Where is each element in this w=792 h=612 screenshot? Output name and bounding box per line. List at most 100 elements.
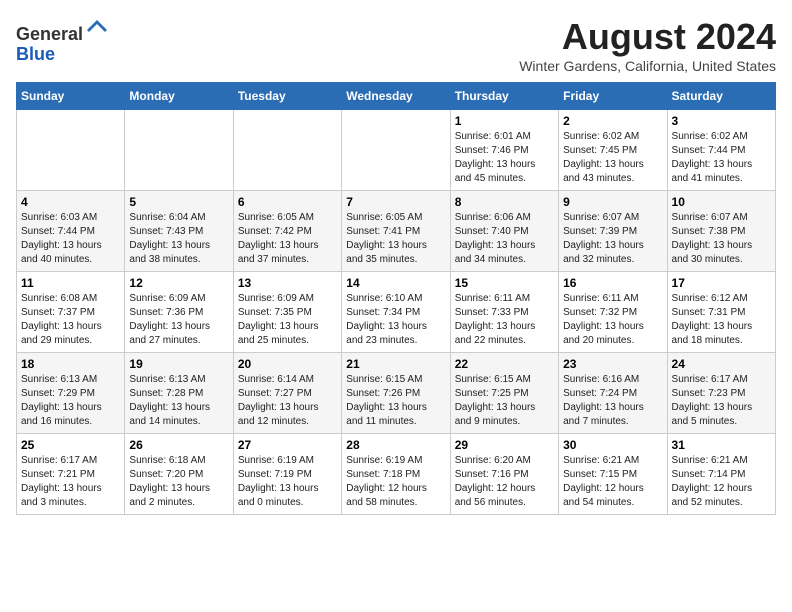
logo: General Blue <box>16 16 109 65</box>
column-header-wednesday: Wednesday <box>342 83 450 110</box>
calendar-cell: 7 Sunrise: 6:05 AM Sunset: 7:41 PM Daylig… <box>342 191 450 272</box>
day-info: Sunrise: 6:21 AM Sunset: 7:15 PM Dayligh… <box>563 454 662 510</box>
calendar-cell: 19 Sunrise: 6:13 AM Sunset: 7:28 PM Dayli… <box>125 353 233 434</box>
calendar-cell: 21 Sunrise: 6:15 AM Sunset: 7:26 PM Dayli… <box>342 353 450 434</box>
day-number: 24 <box>672 357 771 371</box>
day-info: Sunrise: 6:06 AM Sunset: 7:40 PM Dayligh… <box>455 211 554 267</box>
day-number: 30 <box>563 438 662 452</box>
day-number: 2 <box>563 114 662 128</box>
day-info: Sunrise: 6:18 AM Sunset: 7:20 PM Dayligh… <box>129 454 228 510</box>
day-info: Sunrise: 6:17 AM Sunset: 7:23 PM Dayligh… <box>672 373 771 429</box>
day-info: Sunrise: 6:07 AM Sunset: 7:38 PM Dayligh… <box>672 211 771 267</box>
calendar-cell: 12Sunrise: 6:09 AM Sunset: 7:36 PM Dayli… <box>125 272 233 353</box>
day-number: 4 <box>21 195 120 209</box>
day-info: Sunrise: 6:15 AM Sunset: 7:25 PM Dayligh… <box>455 373 554 429</box>
calendar-cell: 16 Sunrise: 6:11 AM Sunset: 7:32 PM Dayli… <box>559 272 667 353</box>
calendar-cell: 10Sunrise: 6:07 AM Sunset: 7:38 PM Dayli… <box>667 191 775 272</box>
day-info: Sunrise: 6:11 AM Sunset: 7:32 PM Dayligh… <box>563 292 662 348</box>
calendar-cell: 24 Sunrise: 6:17 AM Sunset: 7:23 PM Dayli… <box>667 353 775 434</box>
calendar-week-row: 25 Sunrise: 6:17 AM Sunset: 7:21 PM Dayli… <box>17 434 776 515</box>
day-number: 27 <box>238 438 337 452</box>
day-number: 7 <box>346 195 445 209</box>
day-number: 11 <box>21 276 120 290</box>
day-number: 9 <box>563 195 662 209</box>
day-number: 31 <box>672 438 771 452</box>
day-info: Sunrise: 6:14 AM Sunset: 7:27 PM Dayligh… <box>238 373 337 429</box>
day-info: Sunrise: 6:17 AM Sunset: 7:21 PM Dayligh… <box>21 454 120 510</box>
column-header-tuesday: Tuesday <box>233 83 341 110</box>
day-number: 14 <box>346 276 445 290</box>
day-info: Sunrise: 6:03 AM Sunset: 7:44 PM Dayligh… <box>21 211 120 267</box>
calendar-cell: 27Sunrise: 6:19 AM Sunset: 7:19 PM Dayli… <box>233 434 341 515</box>
day-info: Sunrise: 6:08 AM Sunset: 7:37 PM Dayligh… <box>21 292 120 348</box>
day-number: 19 <box>129 357 228 371</box>
calendar-cell: 13 Sunrise: 6:09 AM Sunset: 7:35 PM Dayli… <box>233 272 341 353</box>
calendar-cell: 31 Sunrise: 6:21 AM Sunset: 7:14 PM Dayli… <box>667 434 775 515</box>
calendar-cell: 9 Sunrise: 6:07 AM Sunset: 7:39 PM Daylig… <box>559 191 667 272</box>
calendar-cell: 5Sunrise: 6:04 AM Sunset: 7:43 PM Daylig… <box>125 191 233 272</box>
calendar-cell: 17Sunrise: 6:12 AM Sunset: 7:31 PM Dayli… <box>667 272 775 353</box>
day-number: 12 <box>129 276 228 290</box>
day-info: Sunrise: 6:10 AM Sunset: 7:34 PM Dayligh… <box>346 292 445 348</box>
calendar-cell: 28Sunrise: 6:19 AM Sunset: 7:18 PM Dayli… <box>342 434 450 515</box>
day-info: Sunrise: 6:12 AM Sunset: 7:31 PM Dayligh… <box>672 292 771 348</box>
day-number: 22 <box>455 357 554 371</box>
calendar-cell <box>233 110 341 191</box>
day-number: 20 <box>238 357 337 371</box>
calendar-cell <box>17 110 125 191</box>
calendar-cell: 29Sunrise: 6:20 AM Sunset: 7:16 PM Dayli… <box>450 434 558 515</box>
calendar-cell: 23 Sunrise: 6:16 AM Sunset: 7:24 PM Dayli… <box>559 353 667 434</box>
page-header: General Blue August 2024 Winter Gardens,… <box>16 16 776 74</box>
column-header-friday: Friday <box>559 83 667 110</box>
day-info: Sunrise: 6:21 AM Sunset: 7:14 PM Dayligh… <box>672 454 771 510</box>
day-number: 6 <box>238 195 337 209</box>
day-number: 23 <box>563 357 662 371</box>
day-number: 16 <box>563 276 662 290</box>
calendar-cell: 15Sunrise: 6:11 AM Sunset: 7:33 PM Dayli… <box>450 272 558 353</box>
title-block: August 2024 Winter Gardens, California, … <box>519 16 776 74</box>
day-info: Sunrise: 6:04 AM Sunset: 7:43 PM Dayligh… <box>129 211 228 267</box>
calendar-cell: 3 Sunrise: 6:02 AM Sunset: 7:44 PM Daylig… <box>667 110 775 191</box>
day-info: Sunrise: 6:16 AM Sunset: 7:24 PM Dayligh… <box>563 373 662 429</box>
calendar-cell: 18Sunrise: 6:13 AM Sunset: 7:29 PM Dayli… <box>17 353 125 434</box>
day-number: 8 <box>455 195 554 209</box>
calendar-cell: 1Sunrise: 6:01 AM Sunset: 7:46 PM Daylig… <box>450 110 558 191</box>
subtitle: Winter Gardens, California, United State… <box>519 58 776 74</box>
day-number: 15 <box>455 276 554 290</box>
day-number: 1 <box>455 114 554 128</box>
day-info: Sunrise: 6:09 AM Sunset: 7:35 PM Dayligh… <box>238 292 337 348</box>
calendar-cell: 30 Sunrise: 6:21 AM Sunset: 7:15 PM Dayli… <box>559 434 667 515</box>
day-number: 3 <box>672 114 771 128</box>
calendar-week-row: 1Sunrise: 6:01 AM Sunset: 7:46 PM Daylig… <box>17 110 776 191</box>
calendar-cell: 22 Sunrise: 6:15 AM Sunset: 7:25 PM Dayli… <box>450 353 558 434</box>
day-number: 25 <box>21 438 120 452</box>
calendar-week-row: 4 Sunrise: 6:03 AM Sunset: 7:44 PM Daylig… <box>17 191 776 272</box>
main-title: August 2024 <box>519 16 776 58</box>
calendar-week-row: 18Sunrise: 6:13 AM Sunset: 7:29 PM Dayli… <box>17 353 776 434</box>
day-number: 26 <box>129 438 228 452</box>
calendar-table: SundayMondayTuesdayWednesdayThursdayFrid… <box>16 82 776 515</box>
logo-general: General <box>16 24 83 44</box>
day-number: 21 <box>346 357 445 371</box>
calendar-cell: 6Sunrise: 6:05 AM Sunset: 7:42 PM Daylig… <box>233 191 341 272</box>
day-info: Sunrise: 6:05 AM Sunset: 7:41 PM Dayligh… <box>346 211 445 267</box>
calendar-header-row: SundayMondayTuesdayWednesdayThursdayFrid… <box>17 83 776 110</box>
calendar-cell: 2Sunrise: 6:02 AM Sunset: 7:45 PM Daylig… <box>559 110 667 191</box>
day-info: Sunrise: 6:20 AM Sunset: 7:16 PM Dayligh… <box>455 454 554 510</box>
calendar-cell <box>125 110 233 191</box>
calendar-cell <box>342 110 450 191</box>
logo-icon <box>85 16 109 40</box>
calendar-cell: 20 Sunrise: 6:14 AM Sunset: 7:27 PM Dayli… <box>233 353 341 434</box>
day-info: Sunrise: 6:13 AM Sunset: 7:29 PM Dayligh… <box>21 373 120 429</box>
calendar-cell: 11 Sunrise: 6:08 AM Sunset: 7:37 PM Dayli… <box>17 272 125 353</box>
day-info: Sunrise: 6:19 AM Sunset: 7:18 PM Dayligh… <box>346 454 445 510</box>
day-number: 13 <box>238 276 337 290</box>
day-info: Sunrise: 6:13 AM Sunset: 7:28 PM Dayligh… <box>129 373 228 429</box>
calendar-cell: 25 Sunrise: 6:17 AM Sunset: 7:21 PM Dayli… <box>17 434 125 515</box>
column-header-thursday: Thursday <box>450 83 558 110</box>
day-info: Sunrise: 6:07 AM Sunset: 7:39 PM Dayligh… <box>563 211 662 267</box>
calendar-cell: 26 Sunrise: 6:18 AM Sunset: 7:20 PM Dayli… <box>125 434 233 515</box>
calendar-cell: 4 Sunrise: 6:03 AM Sunset: 7:44 PM Daylig… <box>17 191 125 272</box>
day-info: Sunrise: 6:02 AM Sunset: 7:44 PM Dayligh… <box>672 130 771 186</box>
day-info: Sunrise: 6:15 AM Sunset: 7:26 PM Dayligh… <box>346 373 445 429</box>
